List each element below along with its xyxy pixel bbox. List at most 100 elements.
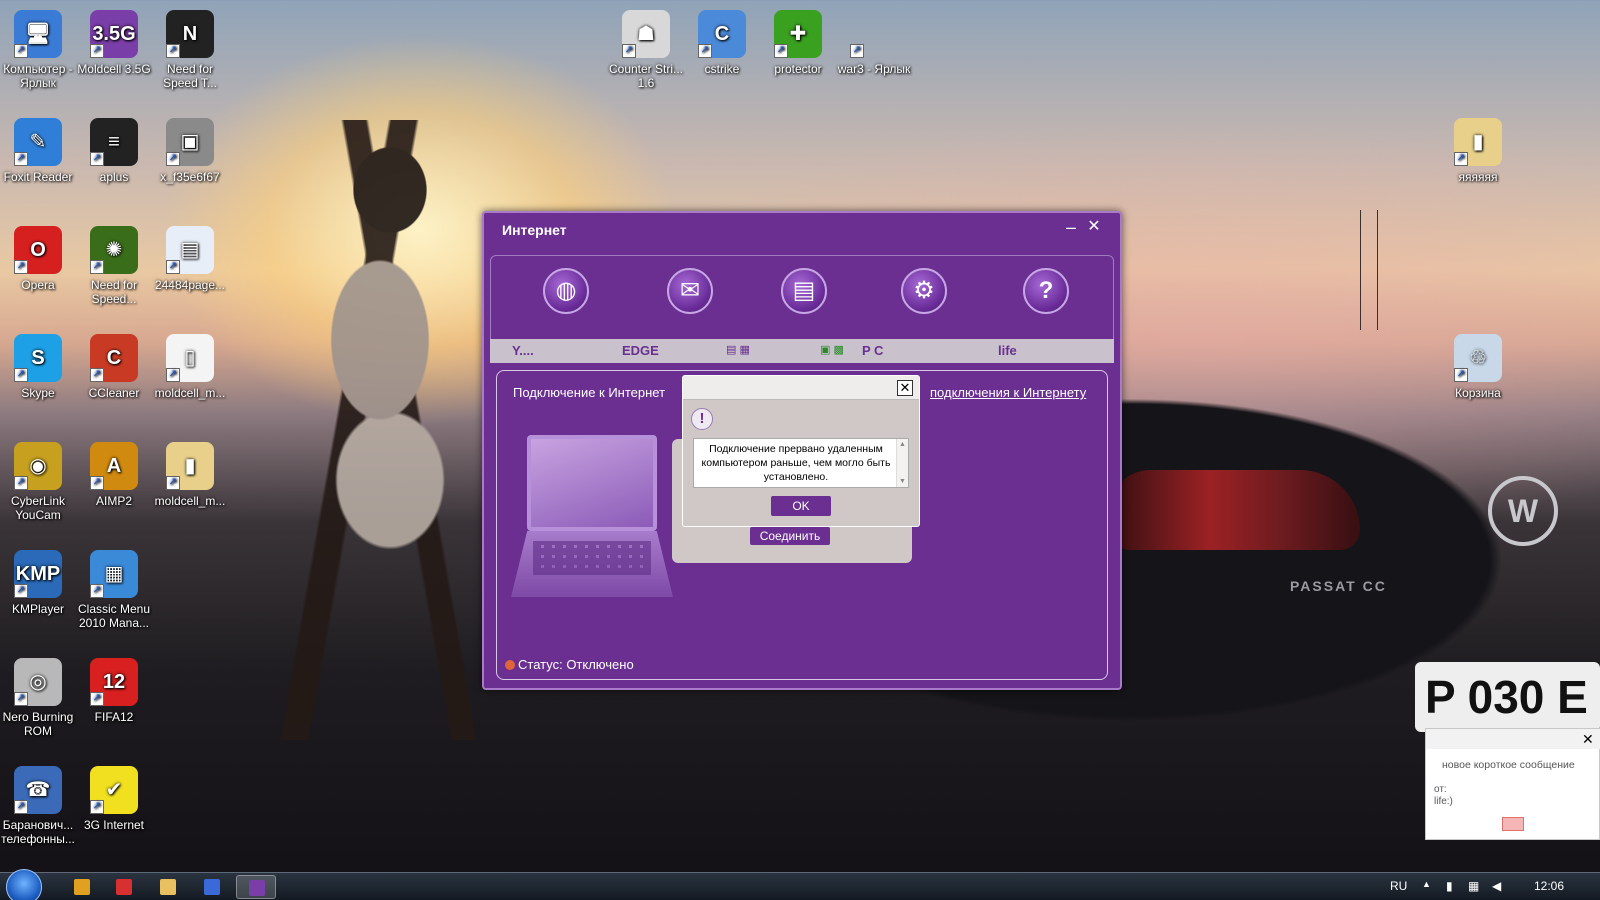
desktop-app-icon: ◎ ↗ [14,658,62,706]
desktop-icon[interactable]: ✔ ↗ 3G Internet [76,766,152,832]
sms-envelope-icon[interactable]: ✉ [667,268,713,314]
connection-settings-link[interactable]: подключения к Интернету [930,385,1086,400]
settings-gear-icon[interactable]: ⚙ [901,268,947,314]
desktop-icon[interactable]: ▣ ↗ x_f35e6f67 [152,118,228,184]
desktop-icon[interactable]: ✎ ↗ Foxit Reader [0,118,76,184]
desktop-app-icon: ≡ ↗ [90,118,138,166]
network-icon[interactable]: ▦ [1468,879,1479,893]
desktop-icon[interactable]: ▤ ↗ 24484page... [152,226,228,292]
desktop-icon[interactable]: 🖥 ↗ Компьютер - Ярлык [0,10,76,90]
status-dot-icon [505,660,515,670]
desktop-app-icon: ✔ ↗ [90,766,138,814]
desktop-icon[interactable]: ↗ war3 - Ярлык [836,10,912,76]
calendar-icon [116,879,132,895]
shortcut-arrow-icon: ↗ [166,44,180,58]
desktop-app-icon: 12 ↗ [90,658,138,706]
shortcut-arrow-icon: ↗ [166,476,180,490]
desktop-icon-label: яяяяяя [1458,170,1498,184]
desktop-icon[interactable]: O ↗ Opera [0,226,76,292]
contacts-book-icon[interactable]: ▤ [781,268,827,314]
media-player-task[interactable] [62,875,102,899]
explorer-task[interactable] [148,875,188,899]
floppy-task[interactable] [192,875,232,899]
volume-icon[interactable]: ◀ [1492,879,1501,893]
desktop-icon[interactable]: ✺ ↗ Need for Speed... [76,226,152,306]
media-player-icon [74,879,90,895]
desktop-icon-label: AIMP2 [95,494,132,508]
shortcut-arrow-icon: ↗ [90,368,104,382]
notification-close-button[interactable]: ✕ [1582,731,1594,748]
desktop-icon-label: protector [774,62,822,76]
dialog-scrollbar[interactable]: ▲ ▼ [896,439,908,487]
connection-icon: ▣ ▩ [820,344,844,356]
desktop-icon[interactable]: A ↗ AIMP2 [76,442,152,508]
desktop-icon[interactable]: ◎ ↗ Nero Burning ROM [0,658,76,738]
connect-button[interactable]: Соединить [750,527,830,545]
desktop-icon[interactable]: ♲ ↗ Корзина [1440,334,1516,400]
desktop-icon-label: 24484page... [154,278,226,292]
desktop-icon[interactable]: N ↗ Need for Speed T... [152,10,228,90]
desktop-icon[interactable]: ✚ ↗ protector [760,10,836,76]
internet-globe-icon[interactable]: ◍ [543,268,589,314]
connection-status-bar: Y.... EDGE ▤ ▦ ▣ ▩ P C life [490,339,1114,363]
clock[interactable]: 12:06 [1534,879,1564,893]
desktop-icon-label: Moldcell 3.5G [77,62,151,76]
desktop-icon[interactable]: C ↗ cstrike [684,10,760,76]
battery-icon[interactable]: ▮ [1446,879,1453,893]
desktop-icon-label: Foxit Reader [3,170,73,184]
moldcell-task[interactable] [236,875,276,899]
desktop-icon-label: Nero Burning ROM [2,710,74,738]
desktop-icon-label: Classic Menu 2010 Mana... [77,602,151,630]
desktop-icon[interactable]: 12 ↗ FIFA12 [76,658,152,724]
close-button[interactable]: ✕ [1086,216,1102,236]
ok-button[interactable]: OK [771,496,831,516]
desktop-icon[interactable]: ☎ ↗ Баранович... телефонны... [0,766,76,846]
wallpaper-license-plate: P 030 E [1415,662,1600,732]
tray-expand-icon[interactable]: ▲ [1422,879,1431,889]
desktop-app-icon: ◉ ↗ [14,442,62,490]
desktop-app-icon: ↗ [850,10,898,58]
desktop-icon-label: KMPlayer [11,602,64,616]
desktop-icon-label: Skype [21,386,55,400]
laptop-keyboard-icon [533,541,651,575]
desktop-icon-label: CCleaner [88,386,140,400]
desktop-app-icon: KMP ↗ [14,550,62,598]
notification-from-label: от: [1434,784,1447,795]
desktop-icon[interactable]: ▦ ↗ Classic Menu 2010 Mana... [76,550,152,630]
scroll-down-icon[interactable]: ▼ [899,478,906,485]
notification-sender: life:) [1434,796,1453,807]
minimize-button[interactable]: – [1063,217,1079,238]
shortcut-arrow-icon: ↗ [166,260,180,274]
desktop-icon[interactable]: C ↗ CCleaner [76,334,152,400]
desktop-icon-label: Баранович... телефонны... [1,818,75,846]
desktop-icon-label: 3G Internet [83,818,145,832]
desktop-icon[interactable]: KMP ↗ KMPlayer [0,550,76,616]
language-indicator[interactable]: RU [1390,879,1407,893]
desktop-icon-label: Need for Speed... [90,278,138,306]
desktop-icon[interactable]: S ↗ Skype [0,334,76,400]
shortcut-arrow-icon: ↗ [774,44,788,58]
desktop-icon[interactable]: ≡ ↗ aplus [76,118,152,184]
help-question-icon[interactable]: ? [1023,268,1069,314]
start-button-windows-icon[interactable] [6,869,42,900]
desktop-icon[interactable]: 3.5G ↗ Moldcell 3.5G [76,10,152,76]
shortcut-arrow-icon: ↗ [14,584,28,598]
desktop-app-icon: ▦ ↗ [90,550,138,598]
desktop-icon-label: Need for Speed T... [163,62,217,90]
error-dialog: ✕ ! Подключение прервано удаленным компь… [682,375,920,527]
desktop-icon[interactable]: ◉ ↗ CyberLink YouCam [0,442,76,522]
desktop-icon[interactable]: ▮ ↗ яяяяяя [1440,118,1516,184]
desktop-icon[interactable]: ☗ ↗ Counter Stri... 1.6 [608,10,684,90]
scroll-up-icon[interactable]: ▲ [899,441,906,448]
desktop-icon[interactable]: ▯ ↗ moldcell_m... [152,334,228,400]
dialog-close-button[interactable]: ✕ [897,380,913,396]
shortcut-arrow-icon: ↗ [14,692,28,706]
desktop-icon-label: x_f35e6f67 [160,170,220,184]
shortcut-arrow-icon: ↗ [14,44,28,58]
open-message-envelope-icon[interactable] [1502,817,1524,831]
shortcut-arrow-icon: ↗ [90,476,104,490]
desktop-icon-label: war3 - Ярлык [837,62,911,76]
desktop-icon[interactable]: ▮ ↗ moldcell_m... [152,442,228,508]
calendar-task[interactable] [104,875,144,899]
desktop-app-icon: 🖥 ↗ [14,10,62,58]
